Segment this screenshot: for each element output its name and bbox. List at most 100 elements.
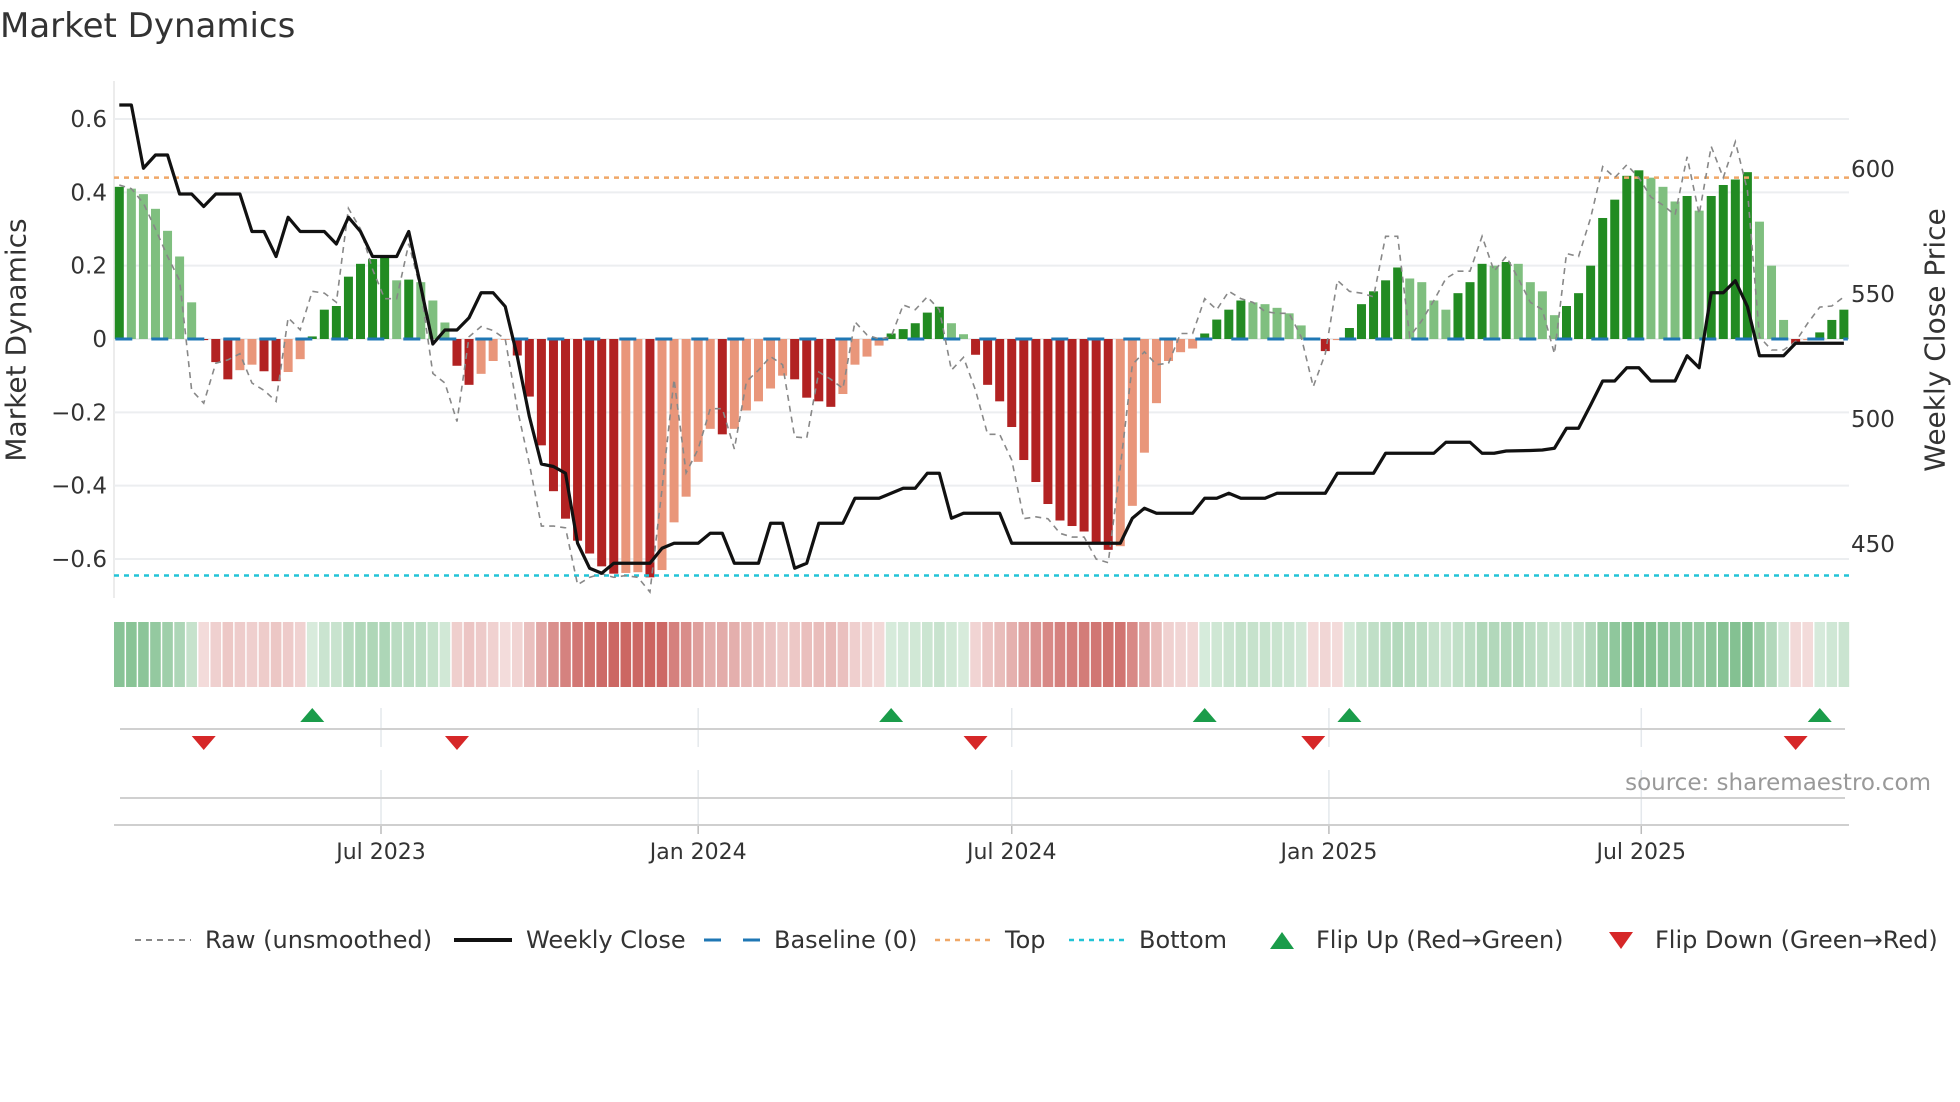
dynamics-bar	[971, 339, 981, 355]
regime-strip-cell	[343, 622, 354, 687]
regime-strip-cell	[403, 622, 415, 687]
regime-strip-cell	[1295, 622, 1307, 687]
dynamics-bar	[1730, 179, 1740, 339]
legend-label: Raw (unsmoothed)	[205, 926, 433, 954]
regime-strip-cell	[632, 622, 644, 687]
dynamics-bar	[1489, 265, 1499, 339]
regime-strip-cell	[222, 622, 234, 687]
dynamics-bar	[1574, 293, 1584, 339]
regime-strip-cell	[1669, 622, 1681, 687]
regime-strip-cell	[1705, 622, 1717, 687]
regime-strip-cell	[680, 622, 692, 687]
regime-strip-cell	[620, 622, 632, 687]
legend-item-flip-up: Flip Up (Red→Green)	[1262, 922, 1564, 958]
regime-strip-cell	[885, 622, 897, 687]
flip-up-marker	[1337, 708, 1362, 722]
regime-strip-cell	[451, 622, 463, 687]
dynamics-bar	[1236, 300, 1246, 339]
dynamics-bar	[922, 312, 932, 339]
dynamics-bar	[778, 339, 788, 376]
y-tick-label-left: 0.2	[70, 254, 107, 280]
dynamics-bar	[645, 339, 655, 578]
regime-strip-cell	[1163, 622, 1174, 687]
flip-down-marker	[1783, 736, 1808, 750]
legend-item-close: Weekly Close	[454, 922, 686, 958]
dynamics-bar	[621, 339, 631, 573]
regime-strip-cell	[379, 622, 390, 687]
x-tick-label: Jul 2023	[334, 840, 426, 865]
regime-strip-cell	[1537, 622, 1548, 687]
legend-label: Weekly Close	[526, 926, 686, 954]
dotted-cyan-line-icon	[1069, 938, 1125, 942]
dynamics-bar	[536, 339, 546, 446]
legend-label: Flip Down (Green→Red)	[1655, 926, 1938, 954]
regime-strip-cell	[1368, 622, 1379, 687]
regime-strip-cell	[1488, 622, 1500, 687]
dynamics-bar	[1682, 195, 1692, 339]
regime-strip-cell	[909, 622, 921, 687]
regime-strip-cell	[1054, 622, 1066, 687]
regime-strip-cell	[1392, 622, 1403, 687]
regime-strip-cell	[1802, 622, 1813, 687]
y-tick-label-right: 500	[1851, 407, 1895, 433]
regime-strip-cell	[1681, 622, 1693, 687]
regime-strip-cell	[789, 622, 800, 687]
dynamics-bar	[826, 339, 836, 407]
x-tick-label: Jul 2024	[965, 840, 1057, 865]
dynamics-bar	[669, 339, 679, 523]
regime-strip-cell	[1404, 622, 1416, 687]
regime-strip-cell	[258, 622, 270, 687]
dynamics-bar	[1622, 175, 1632, 339]
dynamics-bar	[488, 339, 498, 362]
regime-strip-cell	[524, 622, 535, 687]
regime-strip-cell	[1621, 622, 1633, 687]
y-tick-label-left: −0.4	[51, 474, 107, 500]
regime-strip-cell	[475, 622, 487, 687]
dynamics-bar	[1477, 263, 1487, 339]
dynamics-bar	[343, 276, 353, 339]
regime-strip-cell	[1247, 622, 1259, 687]
dynamics-bar	[1767, 265, 1777, 339]
y-tick-label-left: 0.6	[70, 107, 107, 133]
dynamics-bar	[1562, 305, 1571, 339]
regime-strip-cell	[1790, 622, 1801, 687]
dynamics-bar	[850, 339, 860, 365]
regime-strip-cell	[1525, 622, 1536, 687]
regime-strip-cell	[572, 622, 583, 687]
dynamics-bar	[247, 339, 257, 365]
dynamics-bar	[946, 323, 956, 339]
regime-strip-cell	[294, 622, 306, 687]
dynamics-bar	[1091, 339, 1101, 543]
dynamics-bar	[633, 339, 643, 573]
regime-strip-cell	[511, 622, 523, 687]
regime-strip-cell	[282, 622, 294, 687]
dotted-orange-line-icon	[935, 938, 991, 942]
regime-strip-cell	[801, 622, 813, 687]
regime-strip-cell	[1609, 622, 1621, 687]
flip-up-marker	[300, 708, 325, 722]
dynamics-bar	[729, 339, 739, 429]
dynamics-bar	[1694, 210, 1704, 339]
regime-strip-cell	[198, 622, 210, 687]
dynamics-bar	[1405, 278, 1415, 339]
dynamics-bar	[1284, 313, 1294, 339]
dynamics-bar	[126, 188, 136, 339]
regime-strip-cell	[1307, 622, 1319, 687]
regime-strip-cell	[849, 622, 861, 687]
dynamics-bar	[910, 323, 920, 339]
flip-up-marker	[879, 708, 904, 722]
regime-strip-cell	[1151, 622, 1162, 687]
legend-label: Bottom	[1139, 926, 1228, 954]
dynamics-bar	[995, 339, 1005, 402]
dynamics-bar	[356, 263, 365, 339]
dynamics-bar	[1139, 339, 1149, 453]
regime-strip-cell	[1187, 622, 1198, 687]
regime-strip-cell	[1464, 622, 1476, 687]
dynamics-bar	[392, 280, 402, 339]
regime-strip-cell	[656, 622, 668, 687]
dynamics-bar	[175, 256, 185, 339]
dynamics-bar	[259, 339, 269, 372]
regime-strip-cell	[1573, 622, 1584, 687]
regime-strip-cell	[1452, 622, 1464, 687]
dynamics-bar	[1429, 300, 1439, 339]
